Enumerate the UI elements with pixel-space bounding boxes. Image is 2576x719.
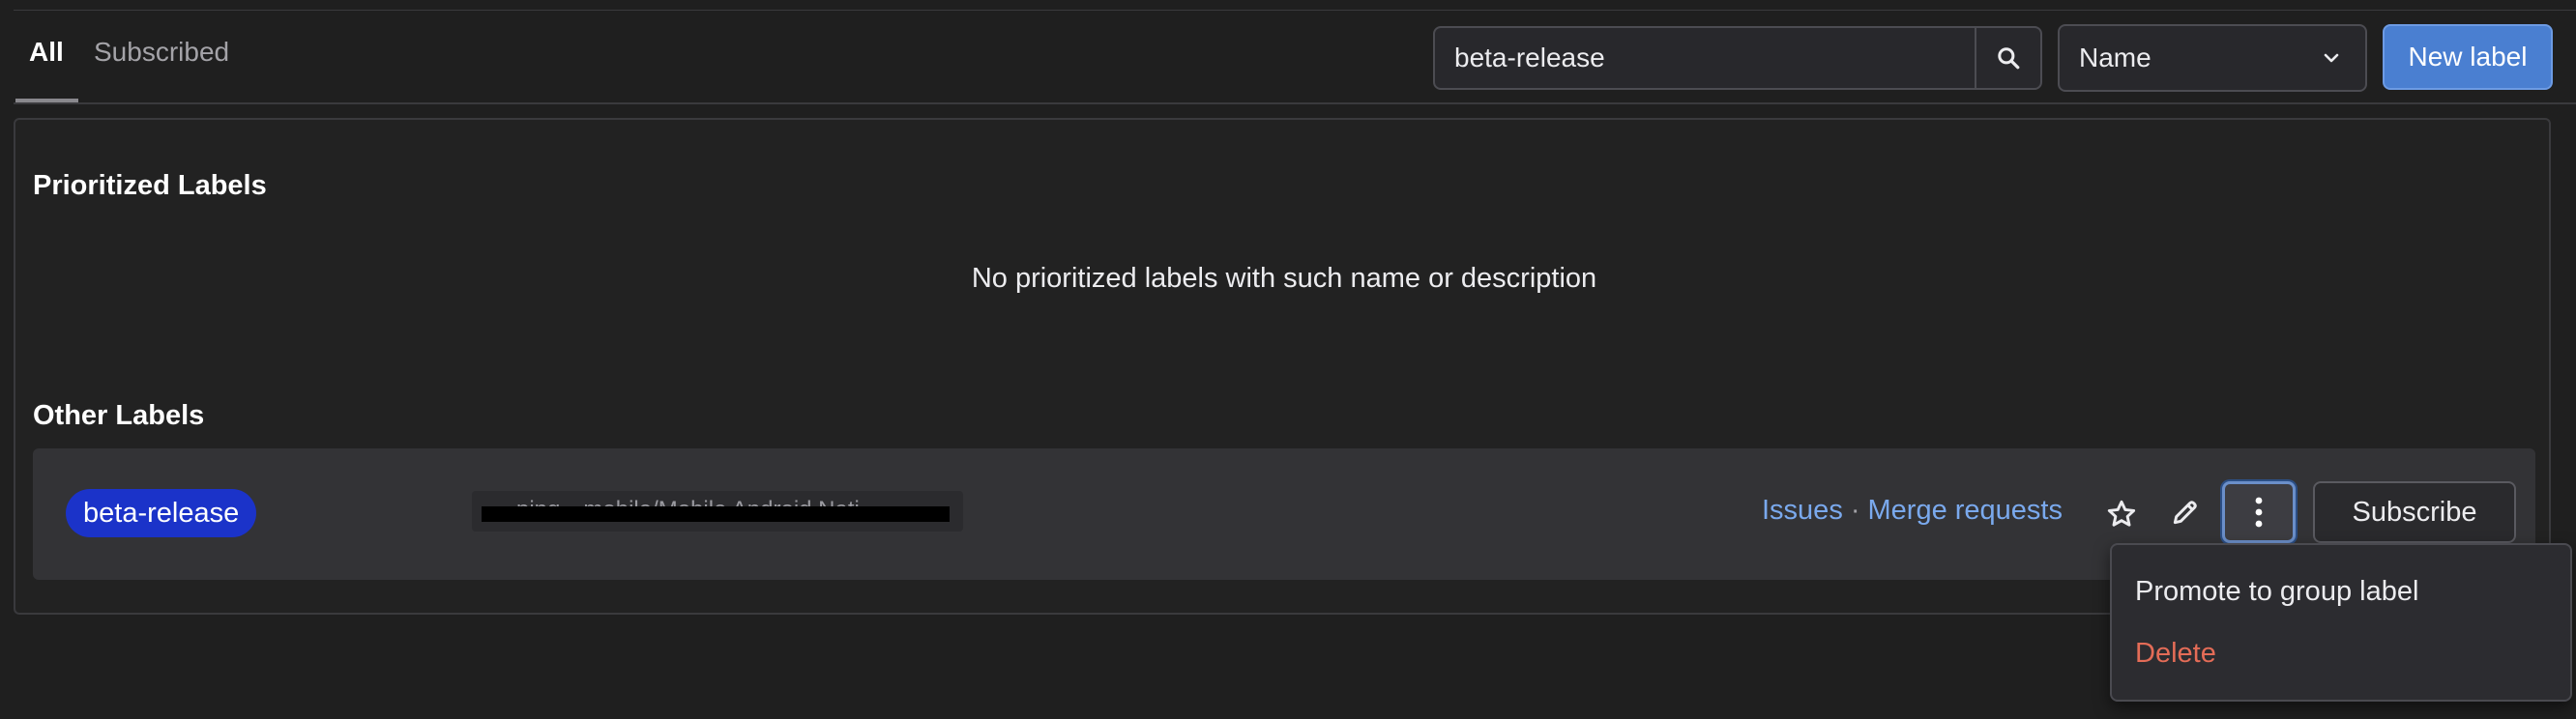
label-links: Issues · Merge requests [1762,495,2063,527]
prioritized-empty-message: No prioritized labels with such name or … [971,263,1597,294]
vertical-ellipsis-icon [2255,497,2263,528]
subscribe-button[interactable]: Subscribe [2313,481,2516,543]
redaction-bar [482,506,950,522]
prioritize-button[interactable] [2100,493,2143,535]
tab-all[interactable]: All [29,37,64,68]
pencil-icon [2173,501,2197,525]
new-label-button[interactable]: New label [2383,24,2553,90]
merge-requests-link[interactable]: Merge requests [1868,495,2064,526]
edit-label-button[interactable] [2164,491,2207,533]
tabs-divider [14,102,2576,104]
search-input[interactable] [1435,28,1976,88]
sort-dropdown[interactable]: Name [2058,24,2367,92]
promote-to-group-label-item[interactable]: Promote to group label [2135,576,2418,608]
label-actions-menu: Promote to group label Delete [2110,543,2572,702]
label-badge[interactable]: beta-release [66,489,257,537]
issues-link[interactable]: Issues [1762,495,1843,526]
other-labels-title: Other Labels [33,400,205,431]
prioritized-labels-title: Prioritized Labels [33,170,267,201]
more-actions-button[interactable] [2222,481,2296,543]
star-icon [2107,500,2136,527]
delete-label-item[interactable]: Delete [2135,638,2216,670]
label-description: …ping…mobile/Mobile Android Nati… [472,491,963,532]
search-icon [1998,47,2020,70]
link-separator: · [1850,495,1860,526]
search-box [1433,26,2042,90]
labels-panel: Prioritized Labels No prioritized labels… [14,118,2551,615]
search-button[interactable] [1975,28,2040,88]
chevron-down-icon [2324,53,2339,63]
sort-selected-value: Name [2079,43,2152,72]
tab-subscribed[interactable]: Subscribed [94,37,229,68]
